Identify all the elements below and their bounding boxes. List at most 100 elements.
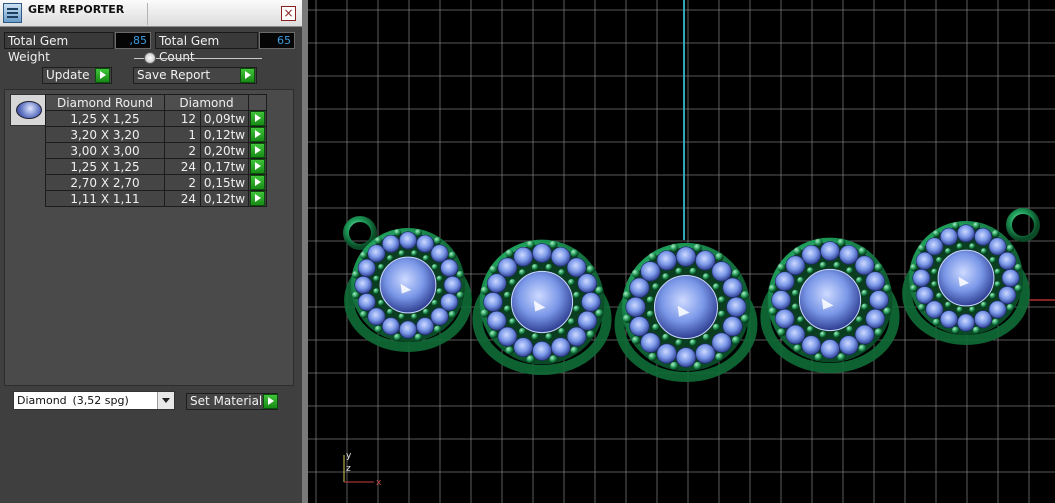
viewport-canvas[interactable]: y z x [308,0,1055,503]
row-arrow-icon[interactable] [250,111,265,126]
accent-gem [483,292,503,312]
accent-gem [443,276,462,294]
axis-label-y: y [346,451,352,461]
row-arrow-icon[interactable] [250,175,265,190]
save-report-arrow-icon[interactable] [240,68,255,83]
accent-gem [854,255,875,276]
chevron-down-icon[interactable] [157,392,174,409]
accent-gem [513,337,534,358]
title-separator [147,3,148,25]
bail-ring [1006,208,1040,242]
halo-setting[interactable] [472,239,612,375]
accent-gem [440,293,459,312]
gem-size-cell: 3,00 X 3,00 [45,142,165,159]
accent-gem [399,320,417,339]
accent-gem [998,251,1017,270]
total-gem-count-label: Total Gem Count [155,32,258,64]
accent-gem [869,290,889,310]
accent-gem [430,307,449,326]
halo-setting[interactable] [760,237,900,373]
accent-gem [532,243,552,263]
accent-gem [695,250,716,271]
row-arrow-icon[interactable] [250,191,265,206]
accent-gem [486,310,507,331]
accent-gem [513,246,534,267]
accent-gem [726,296,747,318]
pendant-model[interactable] [343,208,1040,382]
accent-gem [988,300,1007,319]
save-report-button[interactable]: Save Report [133,67,257,84]
gem-size-cell: 2,70 X 2,70 [45,174,165,191]
accent-gem [656,343,677,364]
accent-gem [629,277,650,298]
table-row[interactable]: 3,00 X 3,00 2 0,20tw [45,142,267,159]
accent-gem [486,273,507,294]
row-arrow-icon[interactable] [250,143,265,158]
app-icon [3,3,22,23]
axis-label-z: z [346,464,351,474]
gem-reporter-panel: GEM REPORTER × Total Gem Weight ,85 Tota… [0,0,302,503]
center-gem [510,270,574,334]
set-material-arrow-icon[interactable] [263,394,278,409]
center-gem [798,268,862,332]
table-row[interactable]: 2,70 X 2,70 2 0,15tw [45,174,267,191]
accent-gem [974,310,993,329]
table-row[interactable]: 1,25 X 1,25 24 0,17tw [45,158,267,175]
accent-gem [416,234,435,253]
halo-setting[interactable] [902,220,1030,345]
gem-count-cell: 12 [164,110,201,127]
title-bar: GEM REPORTER × [0,0,302,27]
close-icon[interactable]: × [281,6,296,21]
accent-gem [675,246,697,267]
table-row[interactable]: 1,25 X 1,25 12 0,09tw [45,110,267,127]
gem-weight-cell: 0,15tw [200,174,249,191]
row-arrow-icon[interactable] [250,159,265,174]
accent-gem [785,324,806,345]
accent-gem [838,335,859,356]
gem-icon[interactable] [10,94,46,126]
accent-gem [939,227,958,246]
gem-size-cell: 1,25 X 1,25 [45,158,165,175]
column-header-action [248,94,267,111]
gem-weight-cell: 0,12tw [200,126,249,143]
accent-gem [915,286,934,305]
accent-gem [711,332,732,353]
accent-gem [722,277,743,298]
accent-gem [974,227,993,246]
gem-size-cell: 1,25 X 1,25 [45,110,165,127]
accent-gem [581,292,601,312]
accent-gem [550,246,571,267]
table-row[interactable]: 1,11 X 1,11 24 0,12tw [45,190,267,207]
center-gem [379,256,437,314]
halo-setting[interactable] [614,242,758,382]
update-arrow-icon[interactable] [95,68,110,83]
accent-gem [711,261,732,282]
accent-gem [939,310,958,329]
accent-gem [656,250,677,271]
accent-gem [357,258,376,277]
accent-gem [838,244,859,265]
panel-slider-handle[interactable] [144,52,156,64]
row-arrow-icon[interactable] [250,127,265,142]
gem-weight-cell: 0,12tw [200,190,249,207]
3d-viewport[interactable]: y z x [308,0,1055,503]
total-gem-weight-label: Total Gem Weight [4,32,114,64]
total-gem-count-value: 65 [259,32,295,49]
accent-gem [865,271,886,292]
halo-setting[interactable] [344,227,472,352]
accent-gem [497,326,518,347]
material-dropdown[interactable]: Diamond (3,52 spg) [13,391,175,410]
accent-gem [367,307,386,326]
material-density: (3,52 spg) [72,394,129,407]
accent-gem [497,257,518,278]
accent-gem [381,234,400,253]
accent-gem [640,332,661,353]
accent-gem [998,286,1017,305]
accent-gem [566,326,587,347]
accent-gem [820,241,840,261]
column-header-shape: Diamond Round [45,94,165,111]
table-row[interactable]: 3,20 X 3,20 1 0,12tw [45,126,267,143]
total-gem-weight-value: ,85 [115,32,151,49]
accent-gem [532,341,552,361]
set-material-button-label: Set Material [190,394,263,408]
